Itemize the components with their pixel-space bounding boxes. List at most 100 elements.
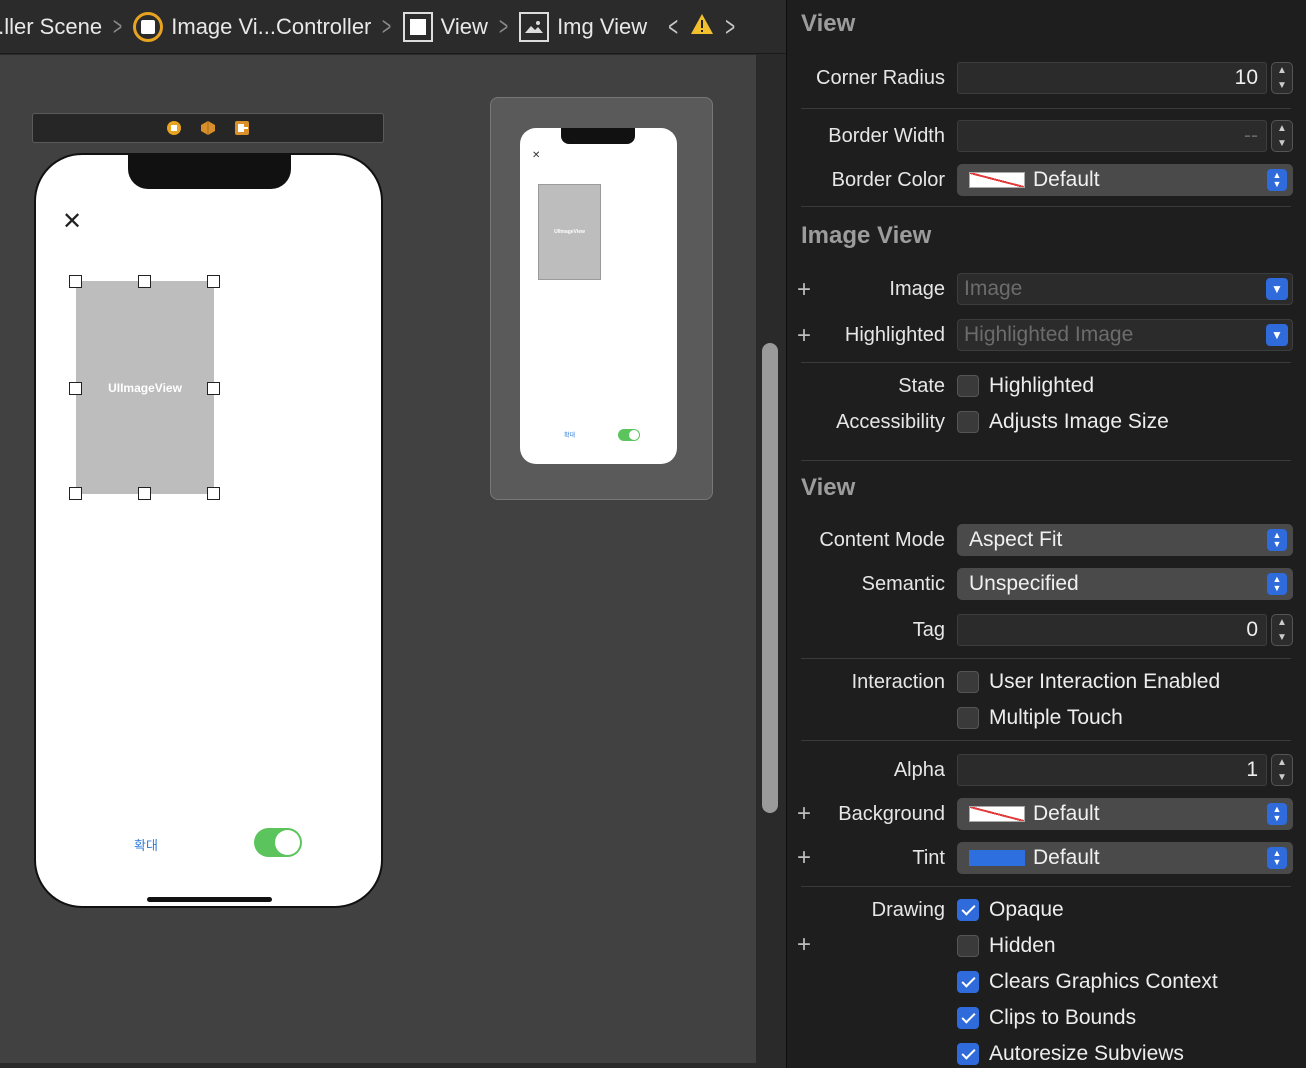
popup-chevron-icon: ▲ ▼ [1267, 847, 1287, 869]
clips-to-bounds-checkbox[interactable] [957, 1007, 979, 1029]
scene-dock [32, 113, 384, 143]
border-width-stepper[interactable]: ▲ ▼ [1271, 120, 1293, 152]
adjusts-image-size-checkbox[interactable] [957, 411, 979, 433]
stepper-down-icon: ▼ [1277, 137, 1287, 149]
breadcrumb-item-img-view[interactable]: Img View [519, 0, 648, 53]
multiple-touch-label: Multiple Touch [989, 706, 1123, 729]
user-interaction-checkbox[interactable] [957, 671, 979, 693]
divider [801, 206, 1291, 207]
border-width-field[interactable]: -- [957, 120, 1267, 152]
add-variation-icon[interactable]: + [797, 931, 811, 959]
alpha-label: Alpha [893, 759, 945, 781]
chevron-right-icon: > [382, 11, 392, 41]
image-label: Image [889, 278, 945, 300]
zoom-button[interactable]: 확대 [134, 835, 158, 854]
resize-handle-right[interactable] [207, 382, 220, 395]
resize-handle-bottom-right[interactable] [207, 487, 220, 500]
hidden-checkbox[interactable] [957, 935, 979, 957]
background-color-popup[interactable]: Default ▲ ▼ [957, 798, 1293, 830]
storyboard-canvas: ..ller Scene > Image Vi...Controller > V… [0, 0, 786, 1068]
clears-graphics-context-label: Clears Graphics Context [989, 970, 1218, 993]
highlighted-image-placeholder: Highlighted Image [964, 323, 1134, 346]
view-icon [402, 11, 433, 42]
background-color-value: Default [1033, 802, 1100, 825]
chevron-right-icon[interactable]: > [725, 11, 735, 43]
exit-icon[interactable] [234, 120, 250, 136]
chevron-right-icon: > [498, 11, 509, 41]
border-color-label: Border Color [831, 169, 945, 191]
corner-radius-stepper[interactable]: ▲ ▼ [1271, 62, 1293, 94]
user-interaction-label: User Interaction Enabled [989, 670, 1221, 693]
zoom-toggle-switch[interactable] [254, 828, 302, 857]
breadcrumb-item-view[interactable]: View [402, 0, 488, 53]
tint-color-value: Default [1033, 846, 1100, 869]
home-indicator [147, 897, 272, 902]
corner-radius-field[interactable]: 10 [957, 62, 1267, 94]
chevron-left-icon[interactable]: < [668, 11, 678, 43]
section-title-view: View [801, 474, 856, 501]
mini-toggle-switch [618, 429, 640, 441]
add-variation-icon[interactable]: + [797, 322, 811, 350]
vertical-scrollbar[interactable] [762, 343, 778, 813]
resize-handle-left[interactable] [69, 382, 82, 395]
resize-handle-bottom-left[interactable] [69, 487, 82, 500]
view-controller-dock-icon[interactable] [166, 120, 182, 136]
add-variation-icon[interactable]: + [797, 276, 811, 304]
toggle-knob [275, 830, 300, 855]
resize-handle-top-right[interactable] [207, 275, 220, 288]
warning-icon[interactable] [690, 13, 714, 41]
hidden-label: Hidden [989, 934, 1056, 957]
content-mode-popup[interactable]: Aspect Fit ▲ ▼ [957, 524, 1293, 556]
image-combo-box[interactable]: Image ▼ [957, 273, 1293, 305]
mini-close-icon: ✕ [532, 150, 541, 161]
blue-color-swatch-icon [969, 850, 1025, 866]
tag-field[interactable]: 0 [957, 614, 1267, 646]
close-icon[interactable]: ✕ [62, 210, 82, 234]
semantic-popup[interactable]: Unspecified ▲ ▼ [957, 568, 1293, 600]
adjusts-image-size-label: Adjusts Image Size [989, 410, 1169, 433]
autoresize-subviews-checkbox[interactable] [957, 1043, 979, 1065]
border-color-value: Default [1033, 168, 1100, 191]
breadcrumb: ..ller Scene > Image Vi...Controller > V… [0, 0, 786, 54]
resize-handle-bottom[interactable] [138, 487, 151, 500]
popup-chevron-icon: ▲ ▼ [1267, 169, 1287, 191]
breadcrumb-item-controller[interactable]: Image Vi...Controller [133, 0, 371, 53]
opaque-checkbox[interactable] [957, 899, 979, 921]
view-controller-icon [133, 11, 164, 42]
border-color-popup[interactable]: Default ▲ ▼ [957, 164, 1293, 196]
add-variation-icon[interactable]: + [797, 800, 811, 828]
first-responder-icon[interactable] [200, 120, 216, 136]
image-placeholder: Image [964, 277, 1023, 300]
highlighted-state-checkbox[interactable] [957, 375, 979, 397]
no-color-swatch-icon [969, 806, 1025, 822]
stepper-down-icon: ▼ [1277, 79, 1287, 91]
multiple-touch-checkbox[interactable] [957, 707, 979, 729]
image-view[interactable]: UIImageView [76, 281, 214, 494]
opaque-label: Opaque [989, 898, 1064, 921]
background-label: Background [838, 803, 945, 825]
alpha-stepper[interactable]: ▲ ▼ [1271, 754, 1293, 786]
resize-handle-top-left[interactable] [69, 275, 82, 288]
stepper-up-icon: ▲ [1277, 122, 1287, 134]
highlighted-state-label: Highlighted [989, 374, 1095, 397]
mini-device-notch [561, 128, 635, 144]
corner-radius-label: Corner Radius [816, 67, 945, 89]
semantic-value: Unspecified [969, 572, 1079, 595]
mini-image-view: UIImageView [538, 184, 601, 280]
tag-stepper[interactable]: ▲ ▼ [1271, 614, 1293, 646]
stepper-down-icon: ▼ [1277, 631, 1287, 643]
mini-zoom-label: 확대 [564, 432, 576, 439]
attributes-inspector: View Corner Radius 10 ▲ ▼ Border Width --… [786, 0, 1306, 1068]
tint-color-popup[interactable]: Default ▲ ▼ [957, 842, 1293, 874]
no-color-swatch-icon [969, 172, 1025, 188]
clips-to-bounds-label: Clips to Bounds [989, 1006, 1137, 1029]
highlighted-image-combo-box[interactable]: Highlighted Image ▼ [957, 319, 1293, 351]
alpha-field[interactable]: 1 [957, 754, 1267, 786]
add-variation-icon[interactable]: + [797, 844, 811, 872]
mini-toggle-knob [629, 430, 639, 440]
clears-graphics-context-checkbox[interactable] [957, 971, 979, 993]
resize-handle-top[interactable] [138, 275, 151, 288]
breadcrumb-item-scene[interactable]: ..ller Scene [0, 0, 102, 53]
accessibility-label: Accessibility [836, 411, 945, 433]
breadcrumb-img-view-label: Img View [557, 13, 648, 39]
